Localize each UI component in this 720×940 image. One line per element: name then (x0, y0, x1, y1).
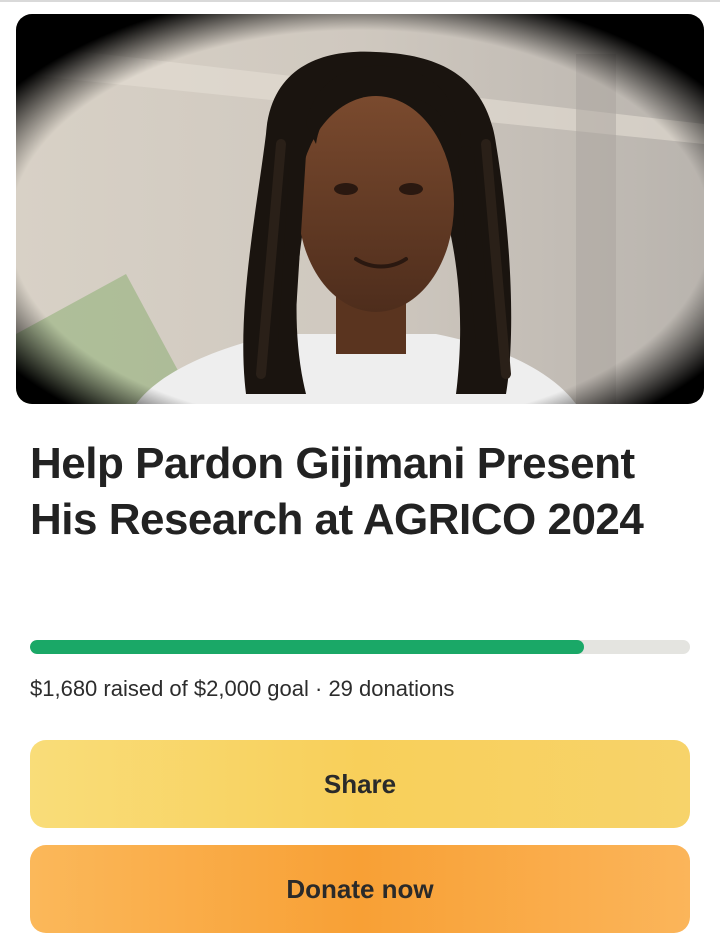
progress-bar (30, 640, 690, 654)
share-button[interactable]: Share (30, 740, 690, 828)
donate-now-button[interactable]: Donate now (30, 845, 690, 933)
campaign-photo (16, 14, 704, 404)
fundraising-summary: $1,680 raised of $2,000 goal · 29 donati… (30, 676, 455, 701)
share-button-label: Share (323, 768, 397, 799)
campaign-title: Help Pardon Gijimani Present His Researc… (30, 439, 644, 544)
progress-bar-fill (30, 640, 585, 654)
top-divider (0, 0, 720, 2)
donate-button-label: Donate now (286, 873, 434, 904)
